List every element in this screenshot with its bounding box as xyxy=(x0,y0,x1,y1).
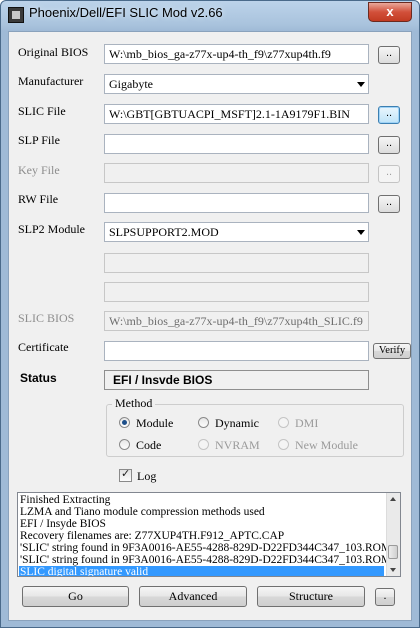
status-value: EFI / Insvde BIOS xyxy=(104,370,369,390)
certificate-label: Certificate xyxy=(18,340,69,354)
slic-file-label: SLIC File xyxy=(18,104,66,118)
radio-nvram-label: NVRAM xyxy=(215,438,260,452)
slp-file-label: SLP File xyxy=(18,133,60,147)
scroll-up-icon[interactable] xyxy=(390,497,396,501)
key-file-label: Key File xyxy=(18,163,60,177)
slp2-module-value: SLPSUPPORT2.MOD xyxy=(109,225,219,239)
slic-bios-label: SLIC BIOS xyxy=(18,311,75,325)
go-button[interactable]: Go xyxy=(22,586,129,607)
original-bios-label: Original BIOS xyxy=(18,45,89,59)
manufacturer-dropdown[interactable]: Gigabyte xyxy=(104,74,369,94)
slp-file-browse-button[interactable]: .. xyxy=(378,136,400,154)
log-list[interactable]: Finished Extracting LZMA and Tiano modul… xyxy=(17,492,401,577)
original-bios-field[interactable]: W:\mb_bios_ga-z77x-up4-th_f9\z77xup4th.f… xyxy=(104,44,369,64)
window-title: Phoenix/Dell/EFI SLIC Mod v2.66 xyxy=(29,5,223,20)
log-line: Recovery filenames are: Z77XUP4TH.F912_A… xyxy=(20,530,285,542)
close-button[interactable]: x xyxy=(368,2,412,22)
radio-dynamic-label: Dynamic xyxy=(215,416,259,430)
manufacturer-value: Gigabyte xyxy=(109,77,153,91)
verify-button[interactable]: Verify xyxy=(373,343,411,359)
log-line: EFI / Insyde BIOS xyxy=(20,518,106,530)
radio-dot xyxy=(198,439,209,450)
radio-new-module-label: New Module xyxy=(295,438,358,452)
slp2-extra-field-1 xyxy=(104,253,369,273)
log-checkbox-label: Log xyxy=(137,469,157,483)
original-bios-browse-button[interactable]: .. xyxy=(378,46,400,64)
log-line: LZMA and Tiano module compression method… xyxy=(20,506,265,518)
rw-file-label: RW File xyxy=(18,192,59,206)
scroll-thumb[interactable] xyxy=(388,545,398,559)
manufacturer-label: Manufacturer xyxy=(18,74,84,88)
slp2-module-dropdown[interactable]: SLPSUPPORT2.MOD xyxy=(104,222,369,242)
title-bar[interactable]: Phoenix/Dell/EFI SLIC Mod v2.66 x xyxy=(1,1,419,27)
advanced-button[interactable]: Advanced xyxy=(139,586,247,607)
slp2-extra-field-2 xyxy=(104,282,369,302)
radio-dot xyxy=(119,417,130,428)
log-line: 'SLIC' string found in 9F3A0016-AE55-428… xyxy=(20,542,392,554)
slic-file-browse-button[interactable]: .. xyxy=(378,106,400,124)
key-file-field xyxy=(104,163,369,183)
slic-bios-field: W:\mb_bios_ga-z77x-up4-th_f9\z77xup4th_S… xyxy=(104,311,369,331)
radio-module-label: Module xyxy=(136,416,174,430)
radio-dot xyxy=(119,439,130,450)
chevron-down-icon xyxy=(357,230,365,235)
log-line: 'SLIC' string found in 9F3A0016-AE55-428… xyxy=(20,554,392,566)
slp2-module-label: SLP2 Module xyxy=(18,222,86,236)
log-checkbox[interactable] xyxy=(119,467,132,482)
scroll-down-icon[interactable] xyxy=(390,568,396,572)
app-window: Phoenix/Dell/EFI SLIC Mod v2.66 x Origin… xyxy=(0,0,420,628)
slic-file-field[interactable]: W:\GBT[GBTUACPI_MSFT]2.1-1A9179F1.BIN xyxy=(104,104,369,124)
dot-button[interactable]: . xyxy=(375,588,395,606)
radio-dot xyxy=(278,439,289,450)
log-line-selected: SLIC digital signature valid xyxy=(19,566,384,576)
rw-file-browse-button[interactable]: .. xyxy=(378,195,400,213)
method-group-title: Method xyxy=(112,396,156,411)
radio-code-label: Code xyxy=(136,438,162,452)
slp-file-field[interactable] xyxy=(104,134,369,154)
app-icon xyxy=(8,7,24,23)
radio-dmi-label: DMI xyxy=(295,416,319,430)
status-label: Status xyxy=(20,371,57,385)
log-scrollbar[interactable] xyxy=(386,493,400,576)
certificate-field[interactable] xyxy=(104,341,369,361)
structure-button[interactable]: Structure xyxy=(257,586,365,607)
log-line: Finished Extracting xyxy=(20,494,111,506)
key-file-browse-button: .. xyxy=(378,165,400,183)
main-panel: Original BIOS W:\mb_bios_ga-z77x-up4-th_… xyxy=(8,31,412,621)
radio-dot xyxy=(278,417,289,428)
rw-file-field[interactable] xyxy=(104,193,369,213)
radio-dot xyxy=(198,417,209,428)
chevron-down-icon xyxy=(357,82,365,87)
